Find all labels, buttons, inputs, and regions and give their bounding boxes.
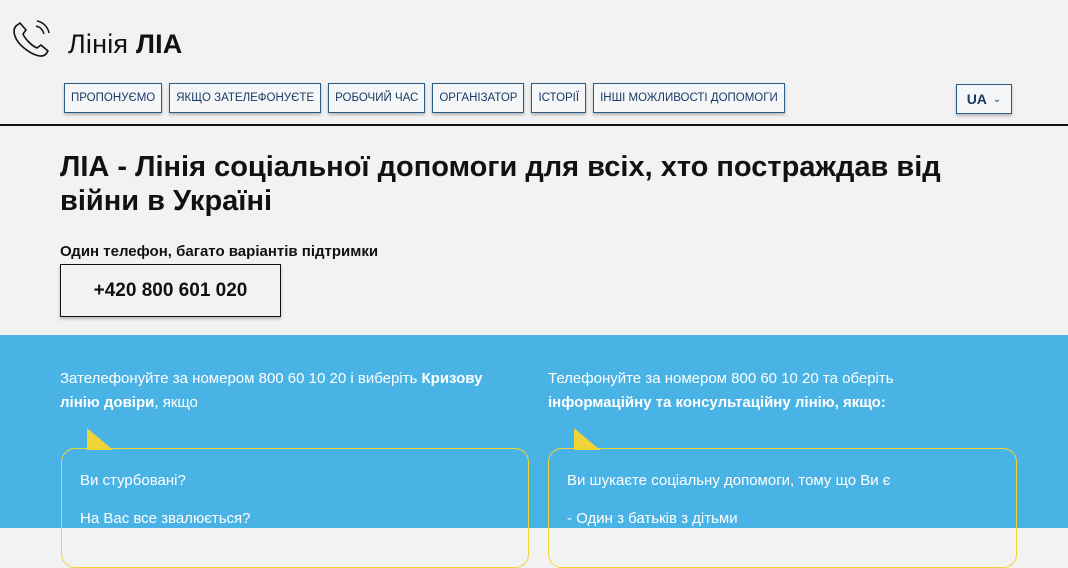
left-card: Ви стурбовані? На Вас все звалюється? (61, 448, 529, 568)
nav-item-other-help[interactable]: ІНШІ МОЖЛИВОСТІ ДОПОМОГИ (593, 83, 785, 113)
language-value: UA (966, 91, 987, 107)
left-question-2: На Вас все звалюється? (80, 510, 251, 527)
nav-item-if-call[interactable]: ЯКЩО ЗАТЕЛЕФОНУЄТЕ (169, 83, 322, 113)
page-title: ЛІА - Лінія соціальної допомоги для всіх… (60, 151, 941, 217)
logo[interactable]: Лінія ЛІА (10, 18, 183, 62)
left-question-1: Ви стурбовані? (80, 472, 186, 489)
nav-item-organizer[interactable]: ОРГАНІЗАТОР (432, 83, 525, 113)
pointer-triangle (574, 428, 600, 450)
pointer-triangle (87, 428, 113, 450)
chevron-down-icon: ⌄ (992, 93, 1002, 105)
right-card: Ви шукаєте соціальну допомоги, тому що В… (548, 448, 1017, 568)
language-select[interactable]: UA ⌄ (956, 84, 1012, 114)
info-section: Зателефонуйте за номером 800 60 10 20 і … (0, 335, 1068, 568)
main-nav: ПРОПОНУЄМО ЯКЩО ЗАТЕЛЕФОНУЄТЕ РОБОЧИЙ ЧА… (64, 83, 785, 113)
nav-item-stories[interactable]: ІСТОРІЇ (531, 83, 587, 113)
phone-number-button[interactable]: +420 800 601 020 (60, 264, 281, 317)
right-question-1: Ви шукаєте соціальну допомоги, тому що В… (567, 472, 891, 489)
site-header: Лінія ЛІА ПРОПОНУЄМО ЯКЩО ЗАТЕЛЕФОНУЄТЕ … (0, 0, 1068, 126)
logo-text: Лінія ЛІА (68, 29, 183, 59)
left-intro: Зателефонуйте за номером 800 60 10 20 і … (60, 370, 483, 411)
hero-subtitle: Один телефон, багато варіантів підтримки (60, 243, 379, 260)
nav-item-offer[interactable]: ПРОПОНУЄМО (64, 83, 163, 113)
nav-item-hours[interactable]: РОБОЧИЙ ЧАС (328, 83, 426, 113)
right-question-2: - Один з батьків з дітьми (567, 510, 738, 527)
phone-icon (13, 20, 50, 57)
right-intro: Телефонуйте за номером 800 60 10 20 та о… (548, 370, 894, 411)
hero: ЛІА - Лінія соціальної допомоги для всіх… (60, 150, 1020, 260)
